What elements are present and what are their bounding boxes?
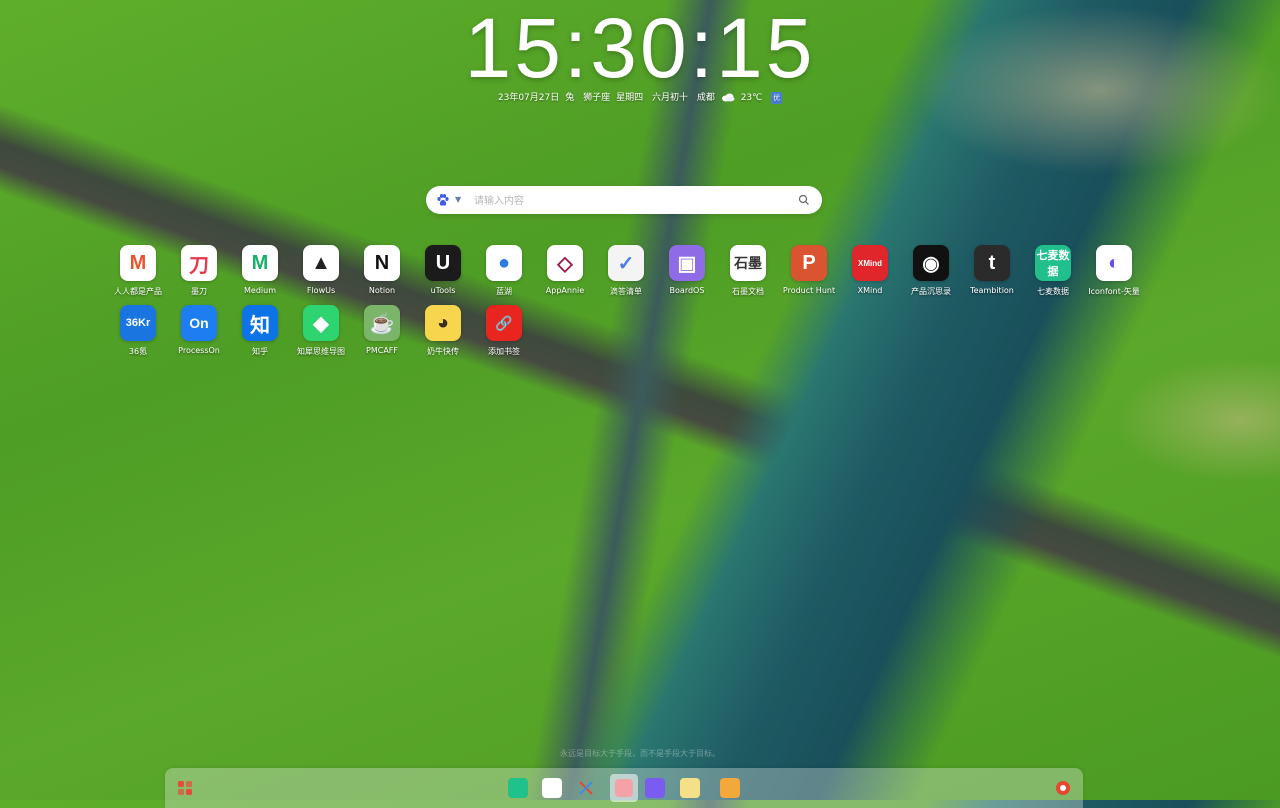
- weekday-text: 星期四: [616, 93, 644, 103]
- app-shortcut[interactable]: ◐ Iconfont-矢量: [1078, 245, 1150, 297]
- 36kr-icon: 36Kr: [120, 305, 156, 341]
- settings-icon[interactable]: [1053, 778, 1073, 798]
- tools-icon[interactable]: [576, 778, 596, 798]
- producthunt-icon: P: [791, 245, 827, 281]
- notes-icon[interactable]: [720, 778, 740, 798]
- search-bar: ▼: [426, 186, 822, 214]
- coffee-cup-icon: ☕: [364, 305, 400, 341]
- zodiac-text: 兔: [565, 93, 575, 103]
- bottom-dock: [165, 768, 1083, 808]
- m-logo-icon: M: [120, 245, 156, 281]
- search-input[interactable]: [472, 190, 776, 212]
- lanhu-icon: ●: [486, 245, 522, 281]
- temperature-text: 23℃: [740, 93, 763, 103]
- chensilu-icon: ◉: [913, 245, 949, 281]
- medium-icon: M: [242, 245, 278, 281]
- utools-icon: U: [425, 245, 461, 281]
- shimo-icon: 石墨: [730, 245, 766, 281]
- app-shortcut[interactable]: 🔗 添加书签: [468, 305, 540, 357]
- green-app-icon[interactable]: [508, 778, 528, 798]
- baidu-paw-icon[interactable]: [436, 193, 450, 207]
- footer-tagline: 永远是目标大于手段，而不是手段大于目标。: [560, 749, 720, 758]
- cow-icon: ◕: [425, 305, 461, 341]
- constellation-text: 狮子座: [583, 93, 611, 103]
- clock-time: 15:30:15: [464, 1, 816, 95]
- game-controller-icon[interactable]: [645, 778, 665, 798]
- active-app-icon[interactable]: [610, 774, 638, 802]
- modao-icon: 刀: [181, 245, 217, 281]
- chat-icon[interactable]: [680, 778, 700, 798]
- processon-icon: On: [181, 305, 217, 341]
- app-label: 添加书签: [488, 347, 520, 356]
- calendar-icon[interactable]: [542, 778, 562, 798]
- teambition-icon: t: [974, 245, 1010, 281]
- city-text[interactable]: 成都: [697, 93, 715, 103]
- checkmark-icon: ✓: [608, 245, 644, 281]
- app-grid-icon[interactable]: [175, 778, 195, 798]
- qimai-icon: 七麦数据: [1035, 245, 1071, 281]
- search-icon[interactable]: [798, 194, 810, 206]
- notion-icon: N: [364, 245, 400, 281]
- aqi-badge: 优: [771, 91, 783, 104]
- app-shortcut-grid: M 人人都是产品刀墨刀 M Medium ▲ FlowUs N Notion UuTools ● 蓝…: [0, 0, 1280, 800]
- iconfont-icon: ◐: [1096, 245, 1132, 281]
- date-text: 23年07月27日: [497, 93, 560, 103]
- flowus-icon: ▲: [303, 245, 339, 281]
- boardos-icon: ▣: [669, 245, 705, 281]
- lunar-date-text: 六月初十: [652, 93, 689, 103]
- cloud-icon: [721, 93, 735, 102]
- diamond-icon: ◇: [547, 245, 583, 281]
- rhino-icon: ◆: [303, 305, 339, 341]
- date-weather-line: 23年07月27日兔 狮子座 星期四 六月初十 成都 23℃ 优: [0, 90, 1280, 104]
- xmind-icon: XMind: [852, 245, 888, 281]
- app-label: Iconfont-矢量: [1088, 287, 1140, 296]
- paperclip-icon: 🔗: [486, 305, 522, 341]
- engine-dropdown-caret-icon[interactable]: ▼: [455, 195, 461, 204]
- zhihu-icon: 知: [242, 305, 278, 341]
